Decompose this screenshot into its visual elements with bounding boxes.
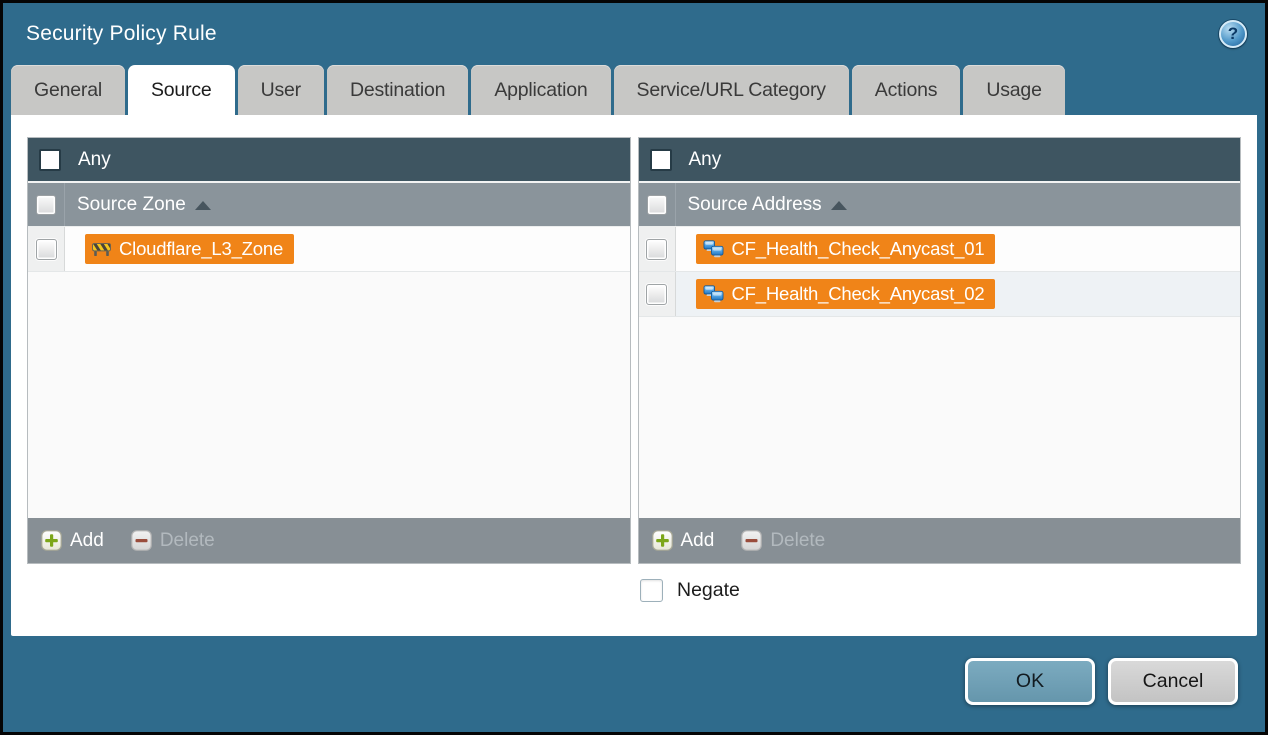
source-tab-content: Any Source Zone [11,115,1257,636]
help-icon[interactable]: ? [1219,20,1247,48]
delete-button[interactable]: Delete [741,530,825,552]
source-address-any-checkbox[interactable] [650,149,672,171]
row-checkbox-cell [639,272,676,316]
source-address-select-all-checkbox[interactable] [647,195,667,215]
negate-checkbox[interactable] [640,579,663,602]
ok-button[interactable]: OK [965,658,1095,705]
source-address-any-bar: Any [639,138,1241,183]
tab-application[interactable]: Application [471,65,610,115]
delete-icon [131,530,152,551]
negate-row: Negate [640,579,1241,602]
dialog-title: Security Policy Rule [26,22,217,46]
source-zone-select-all-checkbox[interactable] [36,195,56,215]
header-checkbox-cell [639,183,676,226]
source-zone-rows: Cloudflare_L3_Zone [28,227,630,518]
tab-service-url-category[interactable]: Service/URL Category [614,65,849,115]
delete-button[interactable]: Delete [131,530,215,552]
add-button[interactable]: Add [41,530,104,552]
address-object-tag[interactable]: CF_Health_Check_Anycast_02 [696,279,996,309]
row-checkbox[interactable] [36,239,57,260]
tab-user[interactable]: User [238,65,324,115]
zone-object-tag[interactable]: Cloudflare_L3_Zone [85,234,294,264]
source-zone-any-label: Any [78,149,111,171]
add-button-label: Add [70,530,104,552]
add-button-label: Add [681,530,715,552]
row-checkbox-cell [639,227,676,271]
table-row[interactable]: CF_Health_Check_Anycast_02 [639,272,1241,317]
add-button[interactable]: Add [652,530,715,552]
add-icon [41,530,62,551]
negate-label: Negate [677,579,740,602]
row-checkbox[interactable] [646,239,667,260]
zone-object-label: Cloudflare_L3_Zone [119,238,283,260]
cancel-button[interactable]: Cancel [1108,658,1238,705]
tab-actions[interactable]: Actions [852,65,961,115]
tab-destination[interactable]: Destination [327,65,468,115]
source-zone-panel-footer: Add Delete [28,518,630,563]
dialog-footer: OK Cancel [3,636,1265,732]
tab-usage[interactable]: Usage [963,65,1064,115]
row-object-cell: CF_Health_Check_Anycast_02 [676,272,1241,316]
security-policy-rule-dialog: Security Policy Rule ? General Source Us… [0,0,1268,735]
panels-container: Any Source Zone [27,137,1241,564]
header-checkbox-cell [28,183,65,226]
delete-button-label: Delete [160,530,215,552]
source-address-panel-footer: Add Delete [639,518,1241,563]
tab-bar: General Source User Destination Applicat… [3,65,1265,115]
sort-ascending-icon [831,201,847,210]
source-address-rows: CF_Health_Check_Anycast_01 [639,227,1241,518]
source-zone-panel: Any Source Zone [27,137,631,564]
address-icon [703,240,724,258]
source-address-panel: Any Source Address [638,137,1242,564]
delete-button-label: Delete [770,530,825,552]
row-checkbox-cell [28,227,65,271]
row-object-cell: CF_Health_Check_Anycast_01 [676,227,1241,271]
address-object-label: CF_Health_Check_Anycast_02 [732,283,985,305]
address-object-tag[interactable]: CF_Health_Check_Anycast_01 [696,234,996,264]
tab-general[interactable]: General [11,65,125,115]
source-address-any-label: Any [689,149,722,171]
table-row[interactable]: CF_Health_Check_Anycast_01 [639,227,1241,272]
source-zone-any-bar: Any [28,138,630,183]
source-zone-column-label: Source Zone [77,194,186,216]
source-zone-any-checkbox[interactable] [39,149,61,171]
address-icon [703,285,724,303]
tab-source[interactable]: Source [128,65,235,115]
row-object-cell: Cloudflare_L3_Zone [65,227,630,271]
zone-icon [92,242,111,257]
title-bar: Security Policy Rule ? [3,3,1265,65]
source-zone-column-header[interactable]: Source Zone [28,183,630,227]
source-address-column-header[interactable]: Source Address [639,183,1241,227]
add-icon [652,530,673,551]
table-row[interactable]: Cloudflare_L3_Zone [28,227,630,272]
address-object-label: CF_Health_Check_Anycast_01 [732,238,985,260]
sort-ascending-icon [195,201,211,210]
delete-icon [741,530,762,551]
source-address-column-label: Source Address [688,194,822,216]
row-checkbox[interactable] [646,284,667,305]
